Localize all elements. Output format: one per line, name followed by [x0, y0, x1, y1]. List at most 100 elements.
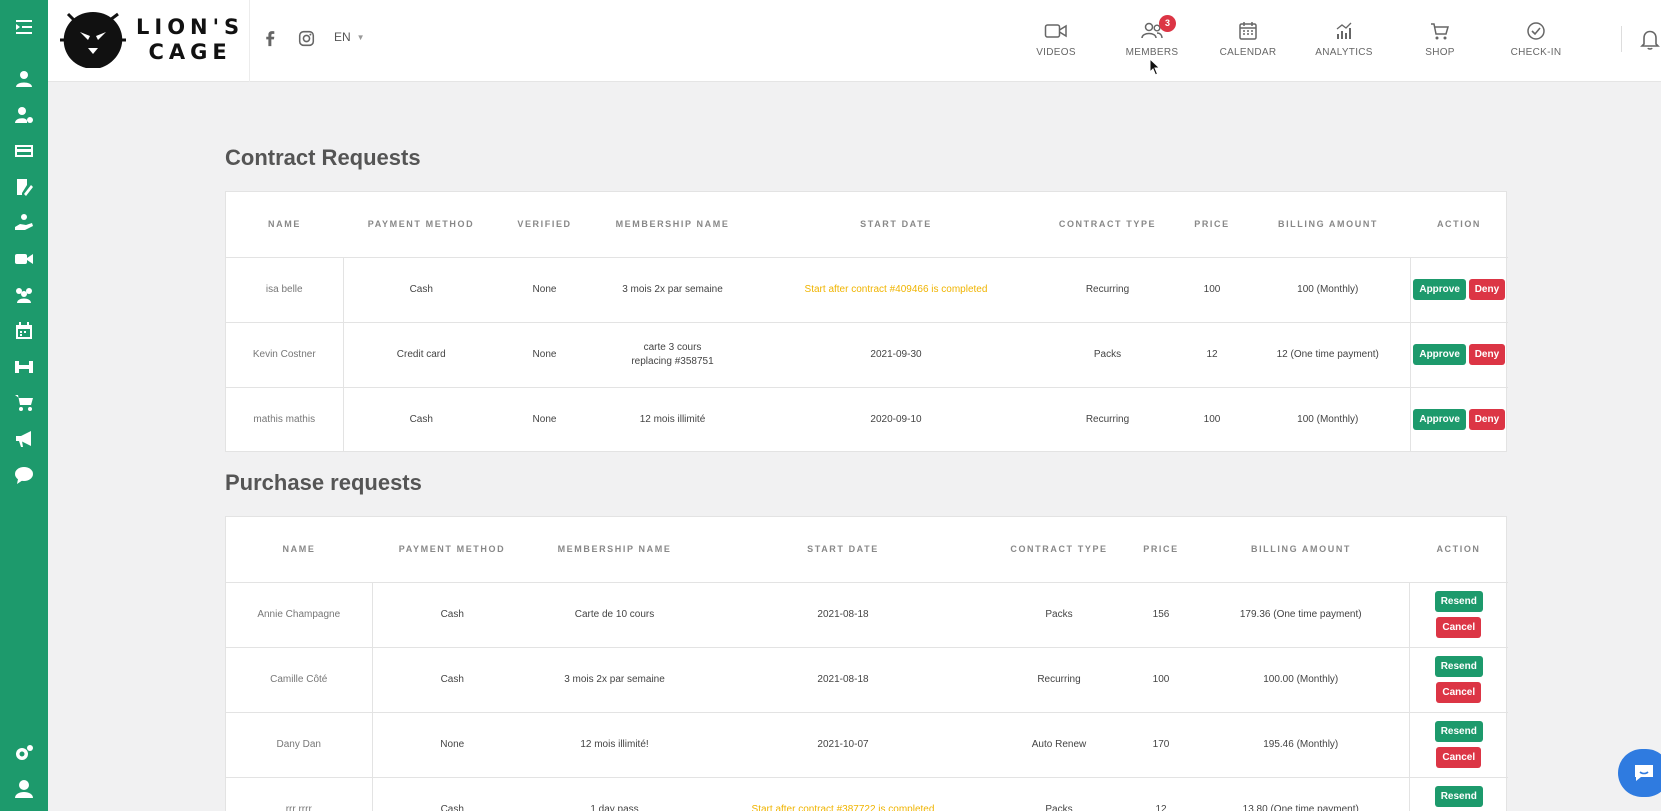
- membership-name: 3 mois 2x par semaine: [532, 647, 697, 713]
- resend-button[interactable]: Resend: [1434, 721, 1483, 742]
- purchase-requests-title: Purchase requests: [225, 470, 422, 495]
- nav-analytics[interactable]: ANALYTICS: [1299, 20, 1389, 70]
- group-icon[interactable]: [0, 278, 48, 312]
- hand-service-icon[interactable]: [0, 206, 48, 240]
- chat-icon[interactable]: [0, 458, 48, 492]
- action-cell: Resend Cancel: [1408, 712, 1508, 778]
- nav-calendar[interactable]: CALENDAR: [1203, 20, 1293, 70]
- menu-collapse-icon[interactable]: [0, 10, 48, 44]
- column-header: NAME: [226, 192, 343, 258]
- analytics-icon: [1336, 22, 1352, 39]
- language-select[interactable]: EN ▼: [334, 30, 365, 44]
- billing-amount: 179.36 (One time payment): [1193, 582, 1409, 648]
- resend-button[interactable]: Resend: [1434, 656, 1483, 677]
- user-gear-icon[interactable]: [0, 98, 48, 132]
- start-date: 2021-09-30: [755, 322, 1037, 388]
- resend-button[interactable]: Resend: [1434, 591, 1483, 612]
- nav-videos-label: VIDEOS: [1036, 47, 1076, 58]
- table-row: Camille Côté Cash 3 mois 2x par semaine …: [226, 647, 1508, 713]
- column-header: PAYMENT METHOD: [372, 517, 532, 583]
- nav-videos[interactable]: VIDEOS: [1011, 20, 1101, 70]
- facebook-icon[interactable]: [260, 28, 280, 48]
- instagram-icon[interactable]: [296, 28, 316, 48]
- member-name-link[interactable]: Annie Champagne: [226, 582, 373, 648]
- contract-type: Recurring: [1037, 257, 1178, 323]
- price: 12: [1178, 322, 1246, 388]
- table-row: Annie Champagne Cash Carte de 10 cours 2…: [226, 582, 1508, 648]
- sidebar: [0, 0, 48, 811]
- cancel-button[interactable]: Cancel: [1436, 747, 1482, 768]
- member-name-link[interactable]: Kevin Costner: [226, 322, 344, 388]
- verified-status: None: [499, 322, 590, 388]
- megaphone-icon[interactable]: [0, 422, 48, 456]
- column-header: CONTRACT TYPE: [1037, 192, 1178, 258]
- price: 100: [1129, 647, 1193, 713]
- cart-icon[interactable]: [0, 386, 48, 420]
- brand-logo[interactable]: LION'S CAGE: [60, 6, 260, 74]
- membership-replacing-note: replacing #358751: [631, 355, 714, 367]
- column-header: NAME: [226, 517, 372, 583]
- table-header-row: NAME PAYMENT METHOD MEMBERSHIP NAME STAR…: [226, 517, 1508, 583]
- column-header: CONTRACT TYPE: [989, 517, 1129, 583]
- member-name-link[interactable]: mathis mathis: [226, 387, 344, 452]
- cancel-button[interactable]: Cancel: [1436, 682, 1482, 703]
- contract-edit-icon[interactable]: [0, 170, 48, 204]
- verified-status: None: [532, 413, 557, 425]
- brand-name-line1: LION'S: [136, 15, 245, 39]
- chevron-down-icon: ▼: [356, 32, 365, 42]
- price: 100: [1203, 413, 1221, 425]
- header-separator: [1621, 26, 1622, 52]
- calendar-icon[interactable]: [0, 314, 48, 348]
- contract-type: Packs: [989, 582, 1129, 648]
- account-icon[interactable]: [0, 772, 48, 806]
- table-row: rrr rrrr Cash 1 day pass Start after con…: [226, 777, 1508, 811]
- column-header: MEMBERSHIP NAME: [532, 517, 697, 583]
- column-header: ACTION: [1409, 517, 1508, 583]
- nav-shop[interactable]: SHOP: [1395, 20, 1485, 70]
- deny-button[interactable]: Deny: [1468, 344, 1506, 365]
- approve-button[interactable]: Approve: [1413, 409, 1466, 431]
- resend-button[interactable]: Resend: [1434, 786, 1483, 808]
- cart-icon: [1431, 23, 1449, 40]
- membership-title: carte 3 cours: [643, 341, 702, 353]
- start-date: Start after contract #409466 is complete…: [755, 257, 1037, 323]
- contract-type: Auto Renew: [989, 712, 1129, 778]
- notification-bell-icon[interactable]: [1638, 27, 1661, 51]
- payment-method: Cash: [372, 647, 532, 713]
- payment-method: None: [372, 712, 532, 778]
- support-chat-button[interactable]: [1618, 749, 1661, 797]
- column-header: PRICE: [1178, 192, 1246, 258]
- dumbbell-icon[interactable]: [0, 350, 48, 384]
- nav-check-in-label: CHECK-IN: [1510, 47, 1562, 58]
- top-header: LION'S CAGE EN ▼ VIDEOS 3 MEMBERS CALEND…: [48, 0, 1661, 82]
- member-name-link[interactable]: Dany Dan: [226, 712, 373, 778]
- action-cell: Resend Cancel: [1408, 777, 1508, 811]
- approve-button[interactable]: Approve: [1413, 344, 1466, 365]
- column-header: MEMBERSHIP NAME: [590, 192, 755, 258]
- verified-status: None: [499, 257, 590, 323]
- column-header: START DATE: [755, 192, 1037, 258]
- cancel-button[interactable]: Cancel: [1436, 617, 1482, 638]
- action-cell: Resend Cancel: [1408, 647, 1508, 713]
- price: 170: [1129, 712, 1193, 778]
- billing-amount: 100.00 (Monthly): [1193, 647, 1409, 713]
- payment-method: Cash: [343, 257, 499, 323]
- deny-button[interactable]: Deny: [1468, 279, 1506, 300]
- lion-logo-icon: [60, 12, 126, 68]
- approve-button[interactable]: Approve: [1413, 279, 1466, 300]
- video-icon[interactable]: [0, 242, 48, 276]
- membership-name: 12 mois illimité!: [532, 712, 697, 778]
- settings-icon[interactable]: [0, 736, 48, 770]
- user-icon[interactable]: [0, 62, 48, 96]
- credit-card-icon[interactable]: [0, 134, 48, 168]
- membership-name: 3 mois 2x par semaine: [590, 257, 755, 323]
- deny-button[interactable]: Deny: [1468, 409, 1506, 431]
- member-name-link[interactable]: isa belle: [226, 257, 344, 323]
- member-name-link[interactable]: Camille Côté: [226, 647, 373, 713]
- price: 12: [1155, 803, 1167, 811]
- table-header-row: NAME PAYMENT METHOD VERIFIED MEMBERSHIP …: [226, 192, 1508, 258]
- member-name-link[interactable]: rrr rrrr: [226, 777, 373, 811]
- payment-method: Credit card: [343, 322, 499, 388]
- price: 100: [1178, 257, 1246, 323]
- nav-check-in[interactable]: CHECK-IN: [1491, 20, 1581, 70]
